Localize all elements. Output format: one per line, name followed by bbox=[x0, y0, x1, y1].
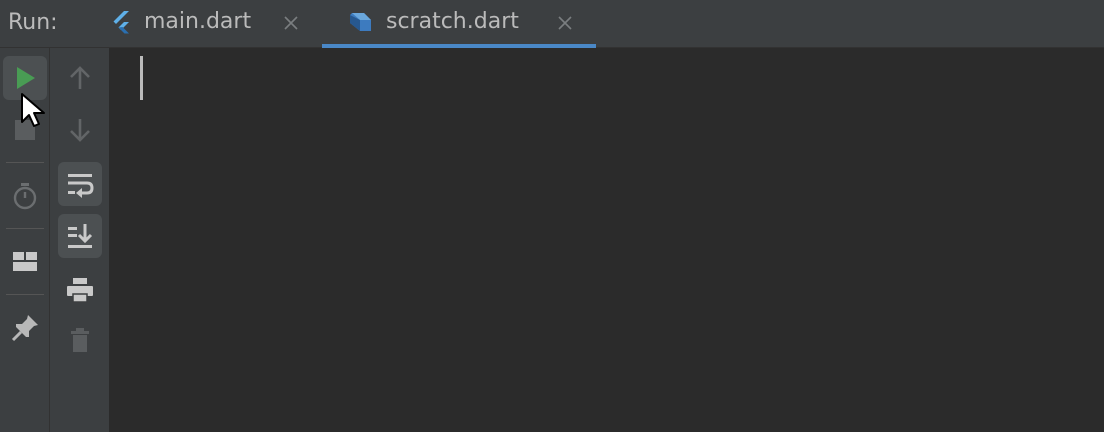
print-button[interactable] bbox=[58, 268, 102, 312]
trash-icon bbox=[71, 328, 89, 352]
layout-icon bbox=[13, 252, 37, 271]
flutter-icon bbox=[113, 11, 129, 34]
soft-wrap-button[interactable] bbox=[58, 162, 102, 206]
previous-occurrence-button[interactable] bbox=[58, 56, 102, 100]
tab-scratch-dart[interactable]: scratch.dart bbox=[322, 0, 596, 48]
restore-layout-button[interactable] bbox=[3, 240, 47, 284]
soft-wrap-icon bbox=[68, 174, 94, 198]
arrow-down-icon bbox=[70, 119, 90, 142]
close-icon[interactable] bbox=[556, 14, 574, 32]
print-icon bbox=[67, 278, 93, 303]
tab-main-dart[interactable]: main.dart bbox=[100, 0, 312, 48]
toolbar-separator bbox=[6, 294, 44, 295]
run-tool-window: Run: main.dart scratch.dart bbox=[0, 0, 1104, 432]
stopwatch-icon bbox=[13, 183, 37, 210]
tab-label: main.dart bbox=[144, 9, 252, 34]
scroll-to-end-button[interactable] bbox=[58, 214, 102, 258]
mouse-pointer-icon bbox=[21, 93, 45, 127]
run-tab-bar: Run: main.dart scratch.dart bbox=[0, 0, 1104, 48]
scroll-to-end-icon bbox=[68, 224, 93, 248]
run-label: Run: bbox=[8, 10, 58, 35]
next-occurrence-button[interactable] bbox=[58, 108, 102, 152]
dart-icon bbox=[350, 13, 371, 31]
console-actions-toolbar bbox=[50, 48, 110, 432]
pin-tab-button[interactable] bbox=[3, 306, 47, 350]
run-icon bbox=[17, 67, 35, 89]
pin-icon bbox=[11, 315, 38, 342]
profiler-button[interactable] bbox=[3, 174, 47, 218]
tab-label: scratch.dart bbox=[386, 9, 519, 34]
close-icon[interactable] bbox=[282, 14, 300, 32]
toolbar-separator bbox=[6, 162, 44, 163]
arrow-up-icon bbox=[70, 66, 90, 89]
toolbar-separator bbox=[6, 228, 44, 229]
console-output[interactable] bbox=[110, 48, 1104, 432]
clear-all-button[interactable] bbox=[58, 318, 102, 362]
text-caret bbox=[140, 56, 143, 100]
